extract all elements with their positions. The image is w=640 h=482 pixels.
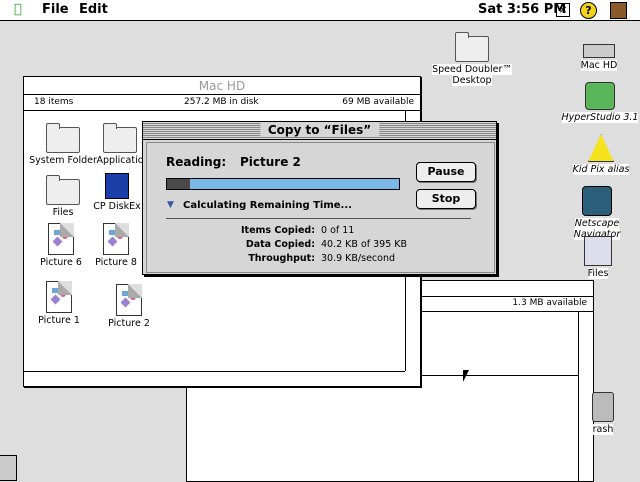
copy-progress-dialog[interactable]: Copy to “Files” Reading: Picture 2 Pause… [142,121,497,275]
system-folder-icon[interactable]: System Folder [28,123,98,166]
applications-folder-icon[interactable]: Applicatio [90,123,150,166]
mac-hd-available: 69 MB available [342,97,414,107]
help-icon[interactable]: ? [580,2,597,19]
file-menu[interactable]: File [42,2,69,17]
dialog-titlebar[interactable]: Copy to “Files” [143,122,496,140]
stop-button[interactable]: Stop [416,189,476,209]
icon-label: Speed Doubler™ Desktop [432,64,512,86]
picture-document-icon [103,223,129,255]
icon-label: Picture 2 [108,318,150,329]
data-copied-label: Data Copied: [245,239,315,250]
menubar-clock[interactable]: Sat 3:56 PM [478,2,566,17]
folder-icon [46,123,80,153]
picture-document-icon [116,284,142,316]
files-desktop-icon[interactable]: Files [566,236,630,279]
copy-progress-fill [167,179,191,189]
floppy-disk-icon [105,173,129,199]
files-available-text: 1.3 MB available [512,298,587,308]
icon-label: Applicatio [96,155,144,166]
files-volume-icon [584,236,612,266]
icon-label: HyperStudio 3.1 [561,112,639,123]
folder-icon [103,123,137,153]
trash-can-icon [592,392,614,422]
mac-hd-horizontal-scrollbar[interactable] [24,371,405,386]
control-strip-tab[interactable] [0,455,17,481]
mouse-cursor-icon [463,370,469,382]
mac-hd-window-title: Mac HD [198,79,246,93]
hard-disk-icon [583,44,615,58]
hyperstudio-icon[interactable]: HyperStudio 3.1 [560,82,640,123]
icon-label: Files [52,207,74,218]
picture-6-icon[interactable]: Picture 6 [26,223,96,268]
throughput-value: 30.9 KB/second [321,253,396,264]
icon-label: Files [587,268,609,279]
icon-label: Kid Pix alias [572,164,630,175]
dialog-title: Copy to “Files” [259,123,380,137]
items-copied-value: 0 of 11 [321,225,355,236]
icon-label: Picture 1 [38,315,80,326]
hyperstudio-app-icon [585,82,615,110]
application-switcher-icon[interactable]: × [556,3,570,17]
reading-label: Reading: [166,155,227,169]
folder-icon [46,175,80,205]
folder-icon [455,32,489,62]
netscape-ship-wheel-icon [582,186,612,216]
mac-hd-items-count: 18 items [34,97,74,107]
picture-1-icon[interactable]: Picture 1 [24,281,94,326]
disclosure-triangle-icon[interactable]: ▼ [167,200,174,210]
edit-menu[interactable]: Edit [79,2,108,17]
dialog-divider [166,218,471,219]
icon-label: Picture 6 [40,257,82,268]
trash-icon[interactable]: rash [586,392,620,435]
data-copied-value: 40.2 KB of 395 KB [321,239,408,250]
icon-label: CP DiskEx [93,201,141,212]
icon-label: rash [592,424,614,435]
kid-pix-alias-icon[interactable]: Kid Pix alias [566,134,636,175]
throughput-label: Throughput: [248,253,315,264]
items-copied-label: Items Copied: [241,225,315,236]
picture-8-icon[interactable]: Picture 8 [88,223,144,268]
picture-document-icon [46,281,72,313]
application-menu-icon[interactable] [610,2,627,19]
icon-label: Mac HD [580,60,618,71]
reading-filename: Picture 2 [240,155,301,169]
cp-diskexpress-icon[interactable]: CP DiskEx [90,173,144,212]
menu-bar:  File Edit Sat 3:56 PM × ? [0,0,640,21]
copy-progress-bar [166,178,400,190]
kid-pix-app-icon [588,134,614,162]
calculating-time-text: Calculating Remaining Time... [183,200,352,211]
mac-hd-titlebar[interactable]: Mac HD [24,77,420,95]
picture-document-icon [48,223,74,255]
speed-doubler-desktop-icon[interactable]: Speed Doubler™ Desktop [412,32,532,86]
apple-menu-icon[interactable]:  [14,2,22,17]
pause-button[interactable]: Pause [416,162,476,182]
icon-label: Picture 8 [95,257,137,268]
mac-hd-infobar: 18 items 257.2 MB in disk 69 MB availabl… [24,95,420,111]
mac-hd-disk-size: 257.2 MB in disk [184,97,259,107]
mac-hd-disk-icon[interactable]: Mac HD [568,44,630,71]
files-folder-icon[interactable]: Files [28,175,98,218]
netscape-navigator-icon[interactable]: Netscape Navigator [554,186,640,240]
picture-2-icon[interactable]: Picture 2 [94,284,164,329]
icon-label: System Folder [29,155,97,166]
